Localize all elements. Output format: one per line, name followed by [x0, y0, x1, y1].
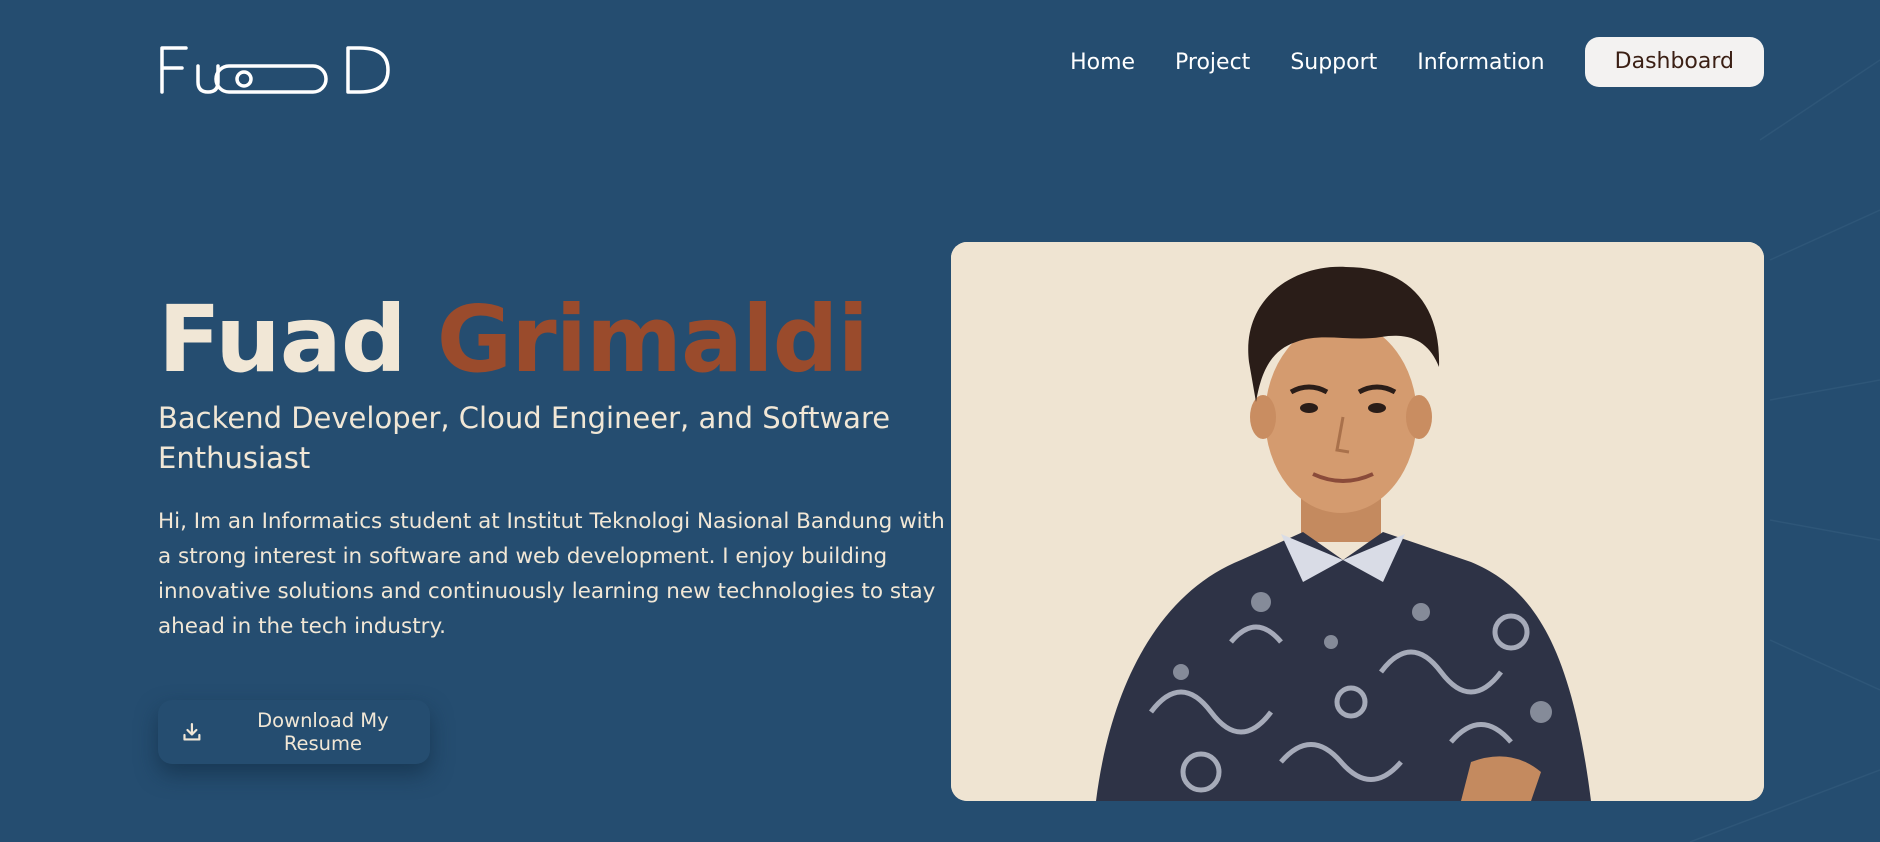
- first-name: Fuad: [158, 286, 407, 393]
- profile-photo: [951, 242, 1764, 801]
- download-resume-label: Download My Resume: [257, 709, 389, 755]
- download-resume-button[interactable]: Download My Resume: [158, 700, 430, 764]
- hero-intro: Fuad Grimaldi Backend Developer, Cloud E…: [158, 288, 945, 644]
- nav-link-project[interactable]: Project: [1175, 50, 1250, 75]
- profile-portrait-image: [951, 242, 1764, 801]
- dashboard-button[interactable]: Dashboard: [1584, 37, 1764, 87]
- download-icon: [183, 722, 201, 741]
- hero-name: Fuad Grimaldi: [158, 288, 938, 392]
- bio-paragraph: Hi, Im an Informatics student at Institu…: [158, 509, 945, 639]
- top-navigation: Home Project Support Information Dashboa…: [158, 36, 1764, 96]
- nav-link-support[interactable]: Support: [1290, 50, 1377, 75]
- brand-logo[interactable]: [158, 46, 390, 100]
- nav-links: Home Project Support Information Dashboa…: [1070, 36, 1764, 88]
- page: Home Project Support Information Dashboa…: [0, 0, 1880, 842]
- nav-link-information[interactable]: Information: [1417, 50, 1544, 75]
- role-subtitle: Backend Developer, Cloud Engineer, and S…: [158, 401, 891, 475]
- nav-link-home[interactable]: Home: [1070, 50, 1135, 75]
- last-name: Grimaldi: [436, 286, 869, 393]
